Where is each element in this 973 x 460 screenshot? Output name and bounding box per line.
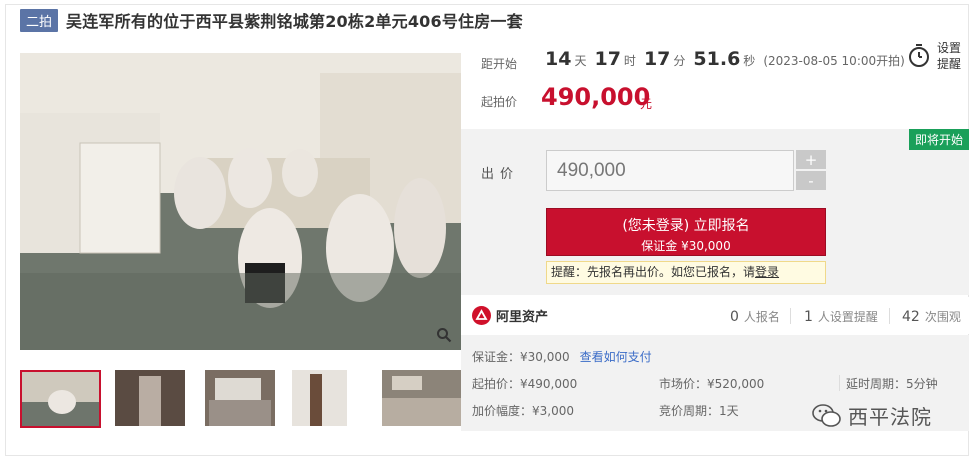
decrease-bid-button[interactable]: - <box>796 171 826 190</box>
ali-asset-logo-icon <box>472 306 491 325</box>
signup-button[interactable]: (您未登录) 立即报名 保证金 ¥30,000 <box>546 208 826 256</box>
status-badge: 即将开始 <box>908 129 969 150</box>
detail-start-price: 起拍价：¥490,000 <box>472 377 578 391</box>
stat-reminders-count: 1 <box>804 309 813 325</box>
zoom-button[interactable] <box>433 324 455 346</box>
deposit-amount: 保证金：¥30,000 <box>472 350 570 364</box>
set-reminder-button[interactable]: 设置提醒 <box>907 40 963 72</box>
stat-reminders: 1 人设置提醒 <box>804 308 878 325</box>
bid-amount-input[interactable]: 490,000 <box>546 150 794 191</box>
notice-text: 提醒：先报名再出价。如您已报名，请 <box>551 265 756 279</box>
round-badge: 二拍 <box>20 8 59 32</box>
stat-signups-label: 人报名 <box>743 310 780 324</box>
alarm-clock-icon <box>909 44 929 67</box>
countdown-seconds-unit: 秒 <box>743 54 756 68</box>
thumbnail-4[interactable] <box>292 370 347 426</box>
magnifier-icon <box>437 328 452 343</box>
thumbnail-1[interactable] <box>20 370 101 428</box>
countdown-days: 14 <box>545 48 572 70</box>
bid-label: 出价 <box>481 167 520 182</box>
thumbnail-3[interactable] <box>205 370 275 426</box>
detail-market-price: 市场价：¥520,000 <box>659 377 765 391</box>
thumbnail-strip <box>20 370 461 428</box>
detail-increment: 加价幅度：¥3,000 <box>472 404 574 418</box>
stat-reminders-label: 人设置提醒 <box>817 310 878 324</box>
countdown-hours-unit: 时 <box>623 54 636 68</box>
signup-deposit-label: 保证金 ¥30,000 <box>641 239 731 253</box>
main-photo[interactable] <box>20 53 461 350</box>
stat-views-label: 次围观 <box>924 310 961 324</box>
auction-start-time: (2023-08-05 10:00开拍) <box>763 54 905 68</box>
wechat-icon <box>812 403 841 427</box>
platform-name: 阿里资产 <box>496 310 549 325</box>
how-to-pay-link[interactable]: 查看如何支付 <box>580 350 652 364</box>
deposit-row: 保证金：¥30,000 查看如何支付 <box>472 348 652 365</box>
wechat-watermark: 西平法院 <box>812 401 932 430</box>
bid-stepper: + - <box>796 150 826 190</box>
stat-views: 42 次围观 <box>902 308 961 325</box>
login-link[interactable]: 登录 <box>755 265 779 279</box>
stat-divider <box>889 308 890 324</box>
countdown-days-unit: 天 <box>574 54 587 68</box>
countdown-timer: 14 天 17 时 17 分 51.6 秒 (2023-08-05 10:00开… <box>545 48 905 70</box>
detail-delay-period: 延时周期：5分钟 <box>846 377 938 391</box>
increase-bid-button[interactable]: + <box>796 150 826 169</box>
countdown-seconds: 51.6 <box>693 48 741 70</box>
detail-divider <box>839 375 840 391</box>
start-price-unit: 元 <box>640 97 653 111</box>
stat-signups: 0 人报名 <box>730 308 780 325</box>
countdown-hours: 17 <box>594 48 621 70</box>
title-row: 二拍 吴连军所有的位于西平县紫荆铭城第20栋2单元406号住房一套 <box>20 8 523 32</box>
start-price-value: 490,000 <box>541 83 651 111</box>
start-price-label: 起拍价 <box>481 95 518 109</box>
watermark-text: 西平法院 <box>848 405 932 429</box>
thumbnail-5[interactable] <box>382 370 461 426</box>
page-title: 吴连军所有的位于西平县紫荆铭城第20栋2单元406号住房一套 <box>66 12 523 31</box>
countdown-label: 距开始 <box>481 57 518 71</box>
countdown-minutes-unit: 分 <box>673 54 686 68</box>
stat-signups-count: 0 <box>730 309 739 325</box>
ali-asset-logo: 阿里资产 <box>472 306 548 325</box>
login-notice: 提醒：先报名再出价。如您已报名，请登录 <box>546 261 826 284</box>
stat-views-count: 42 <box>902 309 920 325</box>
room-photo-image <box>20 53 461 350</box>
platform-stats-row: 阿里资产 0 人报名 1 人设置提醒 42 次围观 <box>461 297 969 334</box>
set-reminder-label: 设置提醒 <box>937 41 962 71</box>
signup-button-label: (您未登录) 立即报名 <box>622 218 750 234</box>
thumbnail-2[interactable] <box>115 370 185 426</box>
stat-divider <box>790 308 791 324</box>
bid-panel: 即将开始 出价 490,000 + - (您未登录) 立即报名 保证金 ¥30,… <box>461 129 969 295</box>
detail-bid-period: 竞价周期：1天 <box>659 404 739 418</box>
countdown-minutes: 17 <box>643 48 671 70</box>
